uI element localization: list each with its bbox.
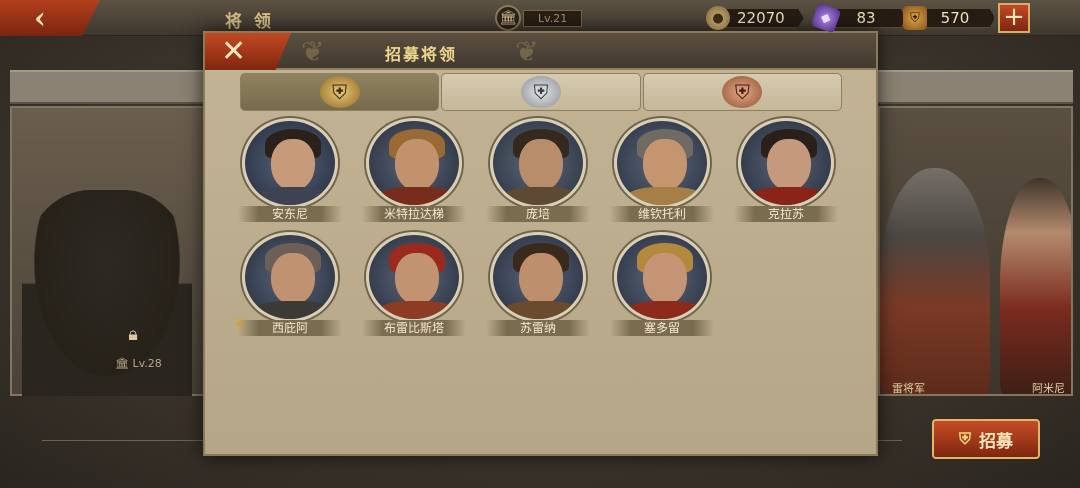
back-arrow-icon: ‹ xyxy=(34,0,46,36)
close-icon: ✕ xyxy=(221,34,247,69)
locked-general-level: 🏛︎ Lv.28 xyxy=(115,357,162,370)
gem-icon: ◆ xyxy=(810,2,842,34)
hero-name: 维钦托利 xyxy=(610,206,714,222)
hero-name: 克拉苏 xyxy=(734,206,838,222)
hero-name: 米特拉达梯 xyxy=(362,206,466,222)
lock-icon: 🔒︎ xyxy=(128,324,138,345)
hero-card[interactable]: 维钦托利 xyxy=(610,118,734,222)
hero-portrait xyxy=(738,118,834,208)
general-portrait xyxy=(1000,178,1071,394)
hero-portrait xyxy=(242,118,338,208)
tab-bronze[interactable]: ⛨ xyxy=(642,73,842,111)
coin-value: 22070 xyxy=(726,8,804,28)
helmet-counter[interactable]: ⛨ 570 xyxy=(903,6,995,30)
coin-counter[interactable]: ● 22070 xyxy=(706,6,804,30)
add-resource-button[interactable]: + xyxy=(998,3,1030,33)
hero-card[interactable]: 庞培 xyxy=(486,118,610,222)
hero-name: 安东尼 xyxy=(238,206,342,222)
general-name: 阿米尼 xyxy=(1032,382,1065,395)
general-portrait xyxy=(880,168,990,394)
hero-grid: 安东尼 米特拉达梯 庞培 维钦托利 克拉苏 西庇阿 布雷比斯塔 苏雷纳 塞多留 xyxy=(234,118,858,336)
hero-portrait xyxy=(490,232,586,322)
gold-helmet-icon: ⛨ xyxy=(319,76,360,108)
player-level[interactable]: 🏛︎ Lv.21 xyxy=(495,5,587,31)
hero-name: 西庇阿 xyxy=(238,320,342,336)
tab-silver[interactable]: ⛨ xyxy=(441,73,641,111)
laurel-left-icon: ❦ xyxy=(301,35,325,68)
player-level-value: Lv.21 xyxy=(523,9,583,27)
hero-name: 布雷比斯塔 xyxy=(362,320,466,336)
gem-counter[interactable]: ◆ 83 xyxy=(810,2,906,34)
hero-name: 庞培 xyxy=(486,206,590,222)
right-frieze xyxy=(878,70,1073,104)
hero-portrait xyxy=(366,232,462,322)
hero-card[interactable]: 塞多留 xyxy=(610,232,734,336)
modal-title: 招募将领 xyxy=(385,45,458,64)
bronze-helmet-icon: ⛨ xyxy=(722,76,763,108)
hero-card[interactable]: 米特拉达梯 xyxy=(362,118,486,222)
hero-name: 塞多留 xyxy=(610,320,714,336)
helmet-value: 570 xyxy=(923,8,995,28)
page-title: 将 领 xyxy=(225,12,274,32)
left-frieze xyxy=(10,70,205,104)
general-name: 雷将军 xyxy=(892,382,925,395)
recruit-button-label: 招募 xyxy=(979,431,1013,452)
hero-portrait xyxy=(614,232,710,322)
general-preview-panel[interactable] xyxy=(878,106,1073,396)
temple-icon: 🏛︎ xyxy=(495,5,521,31)
hero-card[interactable]: 安东尼 xyxy=(238,118,362,222)
temple-icon: 🏛︎ xyxy=(115,357,133,370)
helmet-icon: ⛨ xyxy=(903,6,927,30)
recruit-helmet-icon: ⛨ xyxy=(958,429,971,448)
coin-icon: ● xyxy=(706,6,730,30)
laurel-right-icon: ❦ xyxy=(515,35,539,68)
hero-portrait xyxy=(490,118,586,208)
hero-card[interactable]: ❦ 西庇阿 xyxy=(234,232,362,336)
general-silhouette xyxy=(22,190,192,396)
tier-tabs: ⛨ ⛨ ⛨ xyxy=(240,73,844,111)
tab-gold[interactable]: ⛨ xyxy=(240,73,440,111)
hero-portrait xyxy=(366,118,462,208)
hero-card[interactable]: 布雷比斯塔 xyxy=(362,232,486,336)
hero-card[interactable]: 克拉苏 xyxy=(734,118,858,222)
silver-helmet-icon: ⛨ xyxy=(520,76,561,108)
hero-portrait xyxy=(242,232,338,322)
hero-card[interactable]: 苏雷纳 xyxy=(486,232,610,336)
gem-value: 83 xyxy=(834,8,906,28)
hero-name: 苏雷纳 xyxy=(486,320,590,336)
modal-header: ❦ ❦ 招募将领 xyxy=(205,33,876,70)
hero-portrait xyxy=(614,118,710,208)
recruit-button[interactable]: ⛨ 招募 xyxy=(932,419,1040,459)
recruit-modal: ❦ ❦ 招募将领 ✕ ⛨ ⛨ ⛨ 安东尼 米特拉达梯 庞培 维钦托利 克拉苏 西… xyxy=(203,31,878,456)
